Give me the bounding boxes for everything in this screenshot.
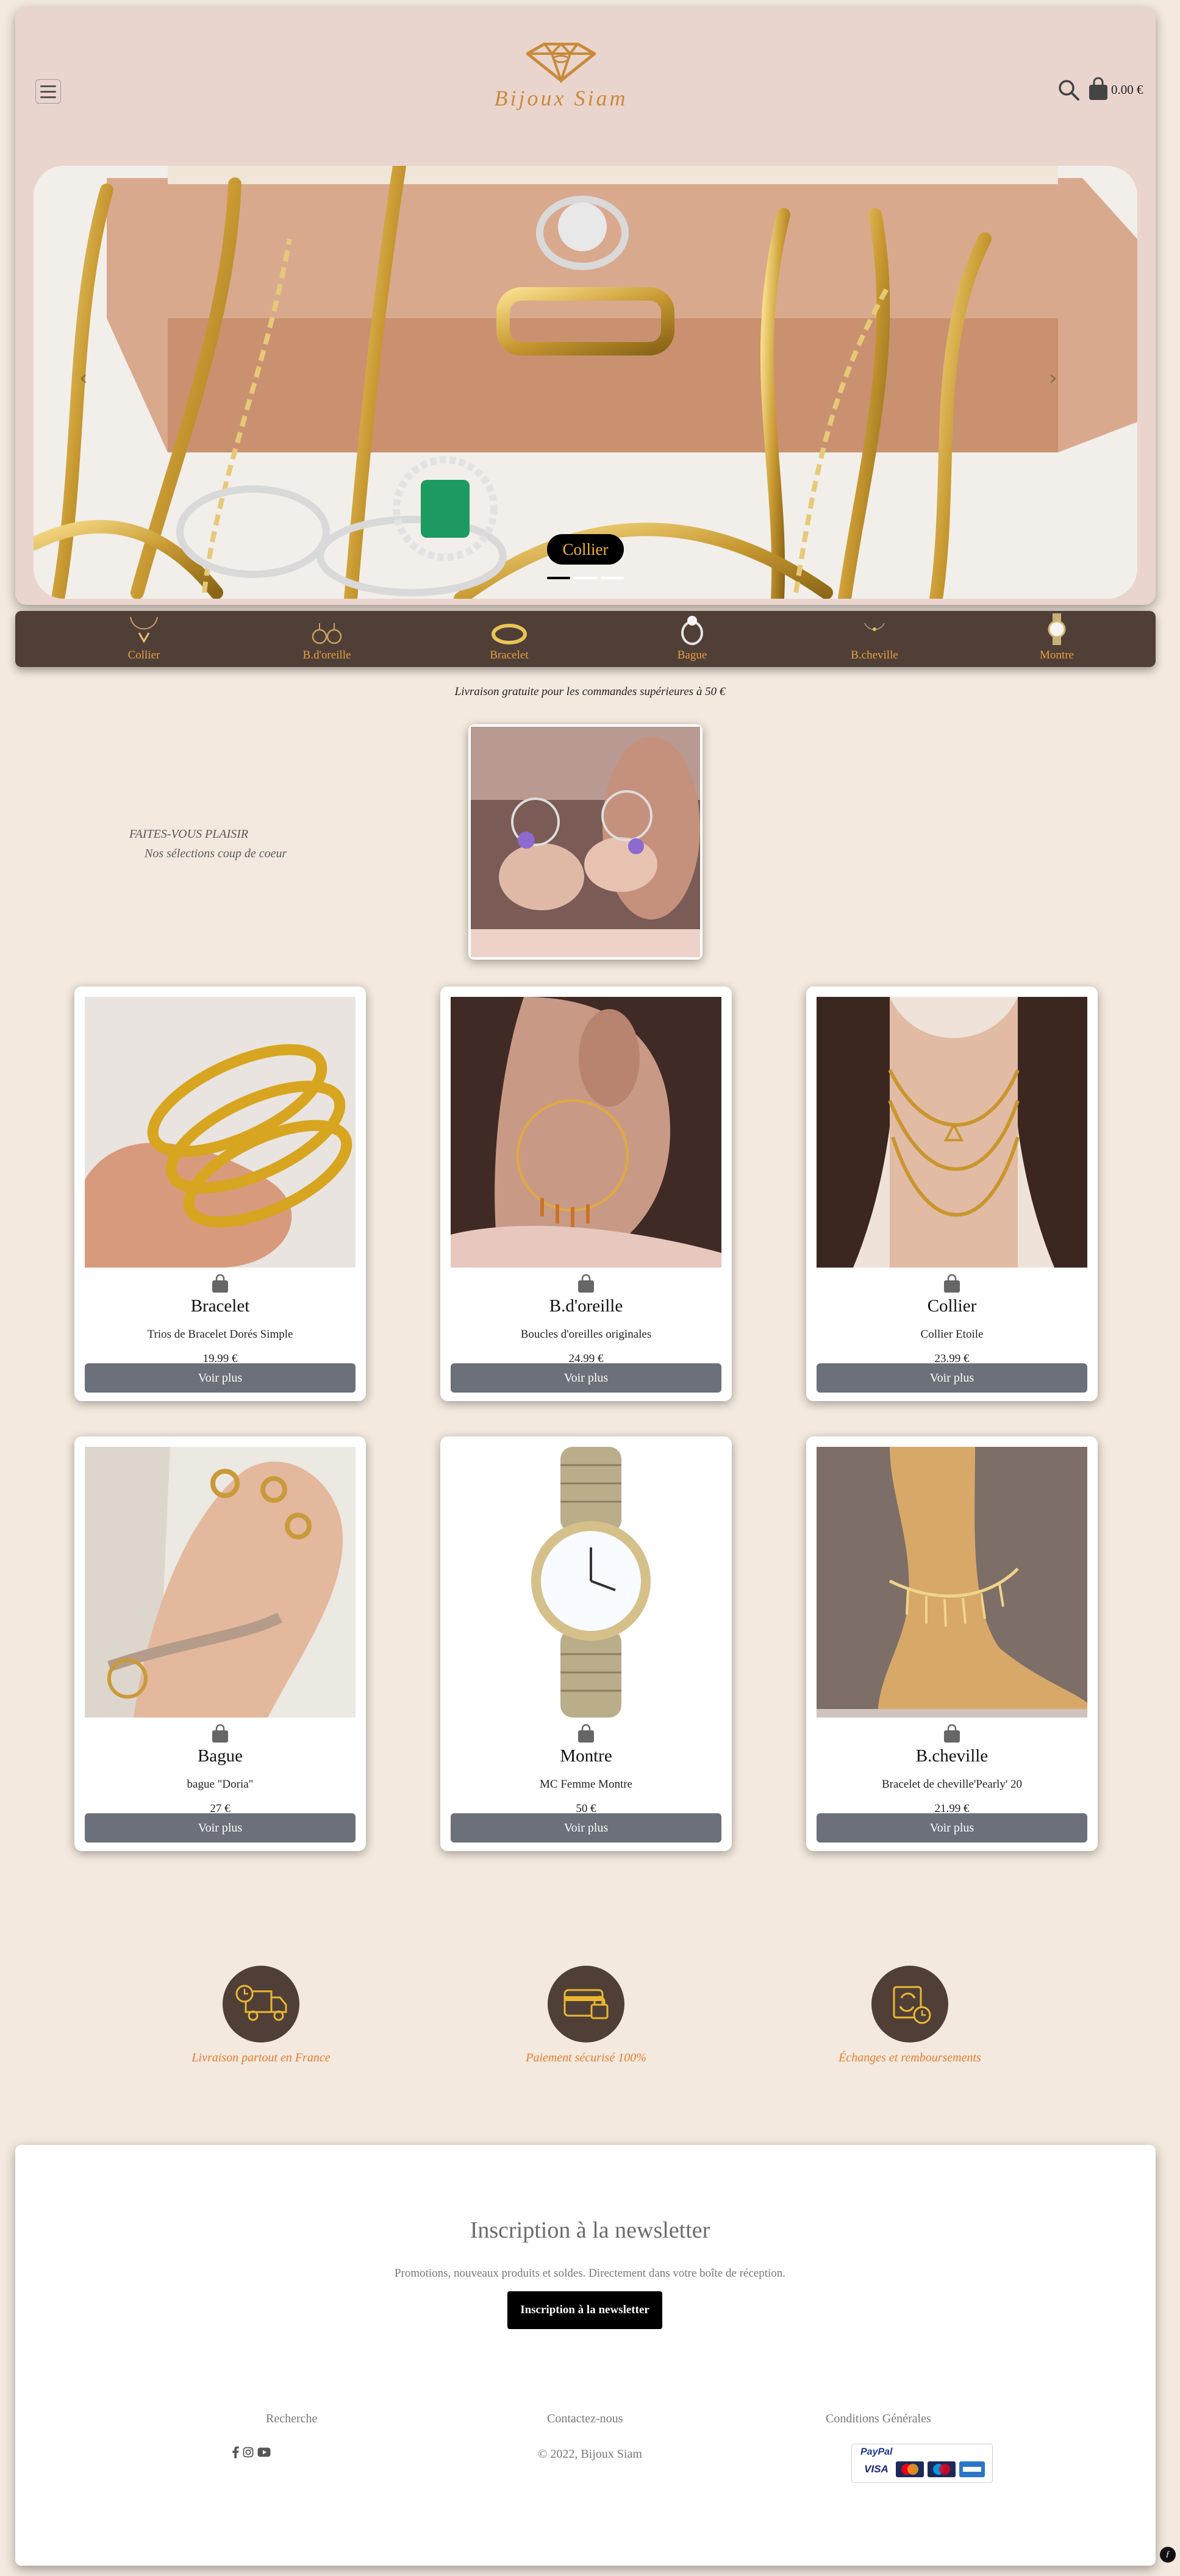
product-category: Bracelet — [190, 1296, 250, 1316]
ring-icon — [631, 611, 753, 646]
product-name: Bracelet de cheville'Pearly' 20 — [882, 1778, 1022, 1791]
hero-caption-badge[interactable]: Collier — [547, 534, 624, 565]
category-bracelet[interactable]: Bracelet — [448, 611, 570, 667]
site-logo[interactable]: Bijoux Siam — [494, 43, 628, 122]
voir-plus-button[interactable]: Voir plus — [85, 1363, 356, 1393]
slider-dot-2[interactable] — [574, 577, 597, 579]
footer-link-search[interactable]: Recherche — [266, 2412, 317, 2426]
feature-delivery: Livraison partout en France — [133, 1966, 389, 2065]
product-card[interactable]: Bracelet Trios de Bracelet Dorés Simple … — [74, 987, 366, 1401]
feature-secure-payment: Paiement sécurisé 100% — [458, 1966, 714, 2065]
hero-next-arrow-icon[interactable]: › — [1049, 366, 1057, 390]
category-nav-bar: Collier B.d'oreille Bracelet Bague B.che… — [15, 611, 1156, 667]
category-bague[interactable]: Bague — [631, 611, 753, 667]
product-card[interactable]: Bague bague "Doria" 27 € Voir plus — [74, 1436, 366, 1851]
product-name: Collier Etoile — [920, 1328, 984, 1341]
shopping-bag-icon[interactable] — [576, 1724, 596, 1744]
shopping-bag-icon[interactable] — [210, 1724, 231, 1744]
shopping-bag-icon[interactable] — [576, 1274, 596, 1294]
brand-name: Bijoux Siam — [494, 86, 628, 110]
maestro-icon — [928, 2461, 956, 2477]
category-montre[interactable]: Montre — [996, 611, 1118, 667]
product-image[interactable] — [451, 997, 721, 1268]
product-category: Collier — [927, 1296, 977, 1316]
mastercard-icon — [896, 2461, 924, 2477]
symfony-toolbar-icon[interactable]: ƒ — [1160, 2547, 1176, 2563]
featured-product-image[interactable] — [468, 724, 703, 960]
featured-heading: FAITES-VOUS PLAISIR — [129, 827, 249, 841]
product-image[interactable] — [451, 1447, 721, 1718]
product-card[interactable]: B.cheville Bracelet de cheville'Pearly' … — [806, 1436, 1098, 1851]
footer-link-contact[interactable]: Contactez-nous — [547, 2412, 623, 2426]
site-footer — [15, 2145, 1156, 2566]
copyright: © 2022, Bijoux Siam — [538, 2447, 642, 2461]
product-name: Boucles d'oreilles originales — [520, 1328, 652, 1341]
product-card[interactable]: Collier Collier Etoile 23.99 € Voir plus — [806, 987, 1098, 1401]
newsletter-subtitle: Promotions, nouveaux produits et soldes.… — [394, 2267, 786, 2280]
product-image[interactable] — [817, 1447, 1087, 1718]
product-category: Bague — [197, 1746, 243, 1766]
diamond-logo-icon — [526, 43, 596, 83]
category-b-cheville[interactable]: B.cheville — [813, 611, 935, 667]
product-name: MC Femme Montre — [540, 1778, 632, 1791]
footer-link-terms[interactable]: Conditions Générales — [826, 2412, 931, 2426]
search-icon[interactable] — [1057, 78, 1081, 102]
visa-icon: VISA — [860, 2461, 892, 2477]
cart-total[interactable]: 0.00 € — [1111, 82, 1143, 98]
earrings-icon — [266, 611, 388, 646]
watch-icon — [996, 611, 1118, 646]
product-image[interactable] — [817, 997, 1087, 1268]
product-name: Trios de Bracelet Dorés Simple — [147, 1328, 293, 1341]
shipping-note: Livraison gratuite pour les commandes su… — [454, 685, 726, 698]
product-category: B.cheville — [915, 1746, 989, 1766]
shopping-bag-icon[interactable] — [942, 1274, 962, 1294]
copyright-icon: © — [538, 2447, 548, 2461]
secure-payment-icon — [548, 1966, 624, 2043]
product-image[interactable] — [85, 997, 356, 1268]
product-card[interactable]: B.d'oreille Boucles d'oreilles originale… — [440, 987, 732, 1401]
category-collier[interactable]: Collier — [83, 611, 205, 667]
product-card[interactable]: Montre MC Femme Montre 50 € Voir plus — [440, 1436, 732, 1851]
product-category: B.d'oreille — [549, 1296, 623, 1316]
amex-icon — [959, 2461, 985, 2477]
anklet-icon — [813, 611, 935, 646]
shopping-bag-icon[interactable] — [210, 1274, 231, 1294]
newsletter-title: Inscription à la newsletter — [470, 2217, 710, 2243]
voir-plus-button[interactable]: Voir plus — [85, 1813, 356, 1843]
bracelet-icon — [448, 611, 570, 646]
feature-exchange: Échanges et remboursements — [782, 1966, 1038, 2065]
hamburger-menu-button[interactable] — [35, 79, 61, 104]
necklace-icon — [83, 611, 205, 646]
voir-plus-button[interactable]: Voir plus — [451, 1363, 721, 1393]
category-b-doreille[interactable]: B.d'oreille — [266, 611, 388, 667]
shopping-bag-icon[interactable] — [1087, 77, 1109, 101]
payment-methods: PayPal VISA — [851, 2444, 993, 2483]
product-name: bague "Doria" — [187, 1778, 254, 1791]
shopping-bag-icon[interactable] — [942, 1724, 962, 1744]
newsletter-signup-button[interactable]: Inscription à la newsletter — [507, 2291, 662, 2329]
voir-plus-button[interactable]: Voir plus — [817, 1363, 1087, 1393]
product-category: Montre — [560, 1746, 612, 1766]
paypal-logo: PayPal — [860, 2447, 893, 2457]
slider-dot-1[interactable] — [547, 577, 570, 579]
featured-subheading: Nos sélections coup de coeur — [145, 847, 287, 860]
hero-prev-arrow-icon[interactable]: ‹ — [79, 366, 88, 390]
slider-dot-3[interactable] — [601, 577, 624, 579]
exchange-refund-icon — [871, 1966, 948, 2043]
product-image[interactable] — [85, 1447, 356, 1718]
voir-plus-button[interactable]: Voir plus — [451, 1813, 721, 1843]
delivery-truck-icon — [223, 1966, 299, 2043]
voir-plus-button[interactable]: Voir plus — [817, 1813, 1087, 1843]
